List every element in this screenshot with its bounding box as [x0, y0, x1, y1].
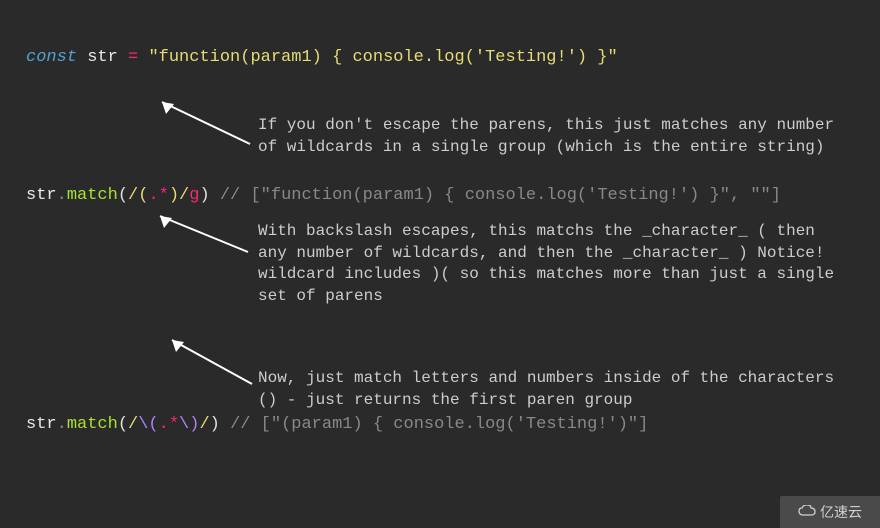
regex-wildcard: .*	[148, 186, 168, 205]
cloud-icon	[798, 504, 816, 521]
string-literal: "function(param1) { console.log('Testing…	[148, 48, 617, 67]
example-2-line: str.match(/\(.*\)/) // ["(param1) { cons…	[26, 414, 864, 437]
paren-open: (	[118, 186, 128, 205]
watermark: 亿速云	[780, 496, 880, 528]
regex-slash: /	[179, 186, 189, 205]
op-eq: =	[128, 48, 138, 67]
annotation-1: If you don't escape the parens, this jus…	[258, 115, 848, 158]
annotation-2: With backslash escapes, this matchs the …	[258, 221, 848, 307]
paren-open: (	[118, 415, 128, 434]
obj-ref: str	[26, 415, 57, 434]
dot: .	[57, 186, 67, 205]
regex-slash: /	[128, 415, 138, 434]
result-comment: // ["function(param1) { console.log('Tes…	[220, 186, 781, 205]
obj-ref: str	[26, 186, 57, 205]
method-match: match	[67, 415, 118, 434]
regex-escape-open: \(	[138, 415, 158, 434]
paren-close: )	[210, 415, 220, 434]
regex-wildcard: .*	[159, 415, 179, 434]
regex-slash: /	[128, 186, 138, 205]
regex-flag-g: g	[189, 186, 199, 205]
watermark-text: 亿速云	[820, 502, 862, 522]
annotation-3: Now, just match letters and numbers insi…	[258, 368, 848, 411]
decl-line: const str = "function(param1) { console.…	[26, 47, 864, 70]
regex-slash: /	[199, 415, 209, 434]
result-comment: // ["(param1) { console.log('Testing!')"…	[230, 415, 648, 434]
keyword-const: const	[26, 48, 77, 67]
regex-group-open: (	[138, 186, 148, 205]
method-match: match	[67, 186, 118, 205]
paren-close: )	[199, 186, 209, 205]
example-1-line: str.match(/(.*)/g) // ["function(param1)…	[26, 185, 864, 208]
regex-group-close: )	[169, 186, 179, 205]
regex-escape-close: \)	[179, 415, 199, 434]
var-str: str	[87, 48, 118, 67]
dot: .	[57, 415, 67, 434]
